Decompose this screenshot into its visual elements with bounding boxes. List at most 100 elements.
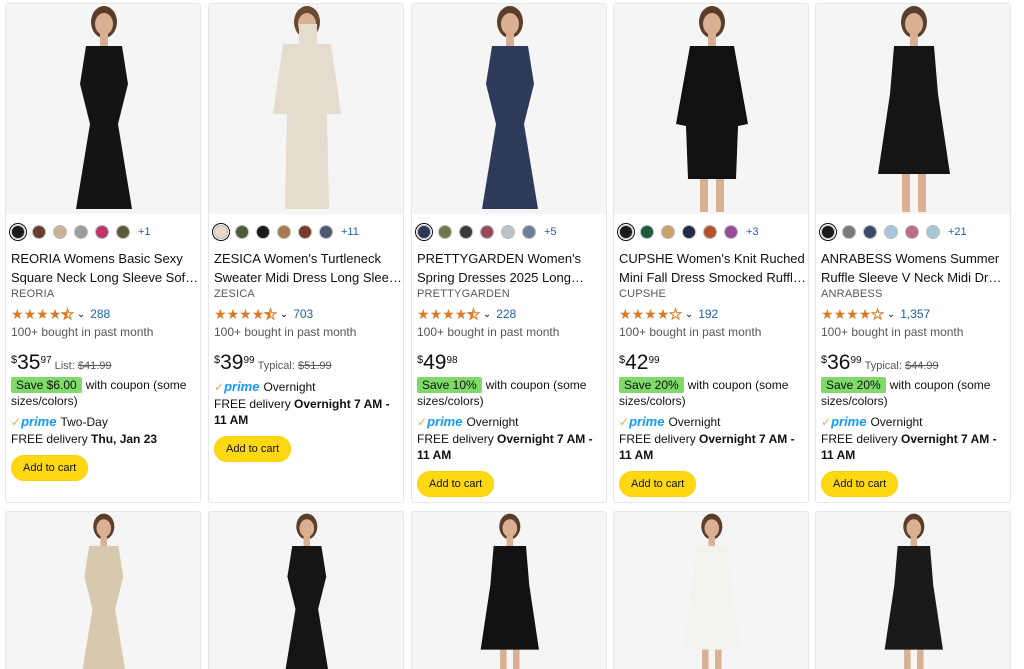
more-colors-link[interactable]: +1 — [138, 226, 151, 238]
product-image[interactable] — [209, 4, 403, 214]
color-swatch[interactable] — [682, 225, 696, 239]
star-full-icon: ★ — [833, 306, 847, 322]
color-swatch[interactable] — [703, 225, 717, 239]
review-count[interactable]: 1,357 — [900, 307, 930, 321]
star-full-icon: ★ — [656, 306, 670, 322]
color-swatch[interactable] — [9, 223, 27, 241]
chevron-down-icon[interactable]: ⌄ — [280, 309, 288, 320]
color-swatch[interactable] — [905, 225, 919, 239]
rating-stars[interactable]: ★ ★ ★ ★ ★ — [619, 306, 682, 322]
color-swatch[interactable] — [438, 225, 452, 239]
color-swatch[interactable] — [95, 225, 109, 239]
color-swatch[interactable] — [522, 225, 536, 239]
review-count[interactable]: 288 — [90, 307, 110, 321]
product-card[interactable]: +5 PRETTYGARDEN Women's Spring Dresses 2… — [411, 3, 607, 503]
product-card[interactable] — [5, 511, 201, 669]
color-swatch[interactable] — [235, 225, 249, 239]
review-count[interactable]: 703 — [293, 307, 313, 321]
rating-stars[interactable]: ★ ★ ★ ★ ★ — [214, 306, 277, 322]
price[interactable]: $ 36 99 Typical: $44.99 — [821, 352, 1009, 374]
color-swatch[interactable] — [863, 225, 877, 239]
list-price-value: $44.99 — [904, 360, 939, 372]
price[interactable]: $ 49 98 — [417, 352, 605, 374]
color-swatch[interactable] — [32, 225, 46, 239]
color-swatch[interactable] — [116, 225, 130, 239]
rating-stars[interactable]: ★ ★ ★ ★ ★ — [11, 307, 74, 322]
product-title[interactable]: CUPSHE Women's Knit Ruched Mini Fall Dre… — [619, 249, 807, 287]
color-swatch[interactable] — [842, 225, 856, 239]
more-colors-link[interactable]: +5 — [544, 226, 557, 238]
chevron-down-icon[interactable]: ⌄ — [483, 309, 491, 320]
add-to-cart-button[interactable]: Add to cart — [417, 471, 495, 497]
product-image[interactable] — [614, 4, 808, 214]
more-colors-link[interactable]: +11 — [341, 226, 359, 238]
add-to-cart-button[interactable]: Add to cart — [619, 471, 697, 497]
color-swatch[interactable] — [480, 225, 494, 239]
product-card[interactable] — [815, 511, 1011, 669]
rating-row[interactable]: ★ ★ ★ ★ ★ ⌄ 703 — [214, 306, 402, 322]
color-swatch[interactable] — [501, 225, 515, 239]
more-colors-link[interactable]: +3 — [746, 226, 759, 238]
color-swatch[interactable] — [256, 225, 270, 239]
rating-stars[interactable]: ★ ★ ★ ★ ★ — [821, 306, 884, 322]
product-card[interactable]: +3 CUPSHE Women's Knit Ruched Mini Fall … — [613, 3, 809, 503]
product-image[interactable] — [6, 4, 200, 214]
product-card[interactable]: +11 ZESICA Women's Turtleneck Sweater Mi… — [208, 3, 404, 503]
rating-stars[interactable]: ★ ★ ★ ★ ★ — [417, 307, 480, 322]
product-image[interactable] — [412, 512, 606, 669]
product-image[interactable] — [6, 512, 200, 669]
review-count[interactable]: 228 — [496, 307, 516, 321]
add-to-cart-button[interactable]: Add to cart — [11, 455, 89, 481]
product-card[interactable]: +1 REORIA Womens Basic Sexy Square Neck … — [5, 3, 201, 503]
rating-row[interactable]: ★ ★ ★ ★ ★ ⌄ 1,357 — [821, 306, 1009, 322]
rating-row[interactable]: ★ ★ ★ ★ ★ ⌄ 228 — [417, 306, 605, 322]
add-to-cart-button[interactable]: Add to cart — [214, 436, 292, 462]
add-to-cart-button[interactable]: Add to cart — [821, 471, 899, 497]
color-swatch[interactable] — [415, 223, 433, 241]
bought-count: 100+ bought in past month — [619, 325, 762, 339]
product-image[interactable] — [412, 4, 606, 214]
product-title[interactable]: ZESICA Women's Turtleneck Sweater Midi D… — [214, 249, 402, 287]
price[interactable]: $ 35 97 List: $41.99 — [11, 352, 199, 374]
color-swatch[interactable] — [459, 225, 473, 239]
price[interactable]: $ 42 99 — [619, 352, 807, 374]
color-swatch[interactable] — [617, 223, 635, 241]
color-swatch[interactable] — [926, 225, 940, 239]
color-swatch[interactable] — [724, 225, 738, 239]
more-colors-link[interactable]: +21 — [948, 226, 967, 238]
color-swatch[interactable] — [277, 225, 291, 239]
price[interactable]: $ 39 99 Typical: $51.99 — [214, 352, 402, 374]
product-image[interactable] — [816, 4, 1010, 214]
color-swatch[interactable] — [640, 225, 654, 239]
color-swatch[interactable] — [74, 225, 88, 239]
review-count[interactable]: 192 — [698, 307, 718, 321]
list-price: List: $41.99 — [55, 360, 112, 372]
product-card[interactable]: +21 ANRABESS Womens Summer Ruffle Sleeve… — [815, 3, 1011, 503]
product-title[interactable]: PRETTYGARDEN Women's Spring Dresses 2025… — [417, 249, 605, 287]
color-swatch[interactable] — [884, 225, 898, 239]
color-swatch[interactable] — [298, 225, 312, 239]
chevron-down-icon[interactable]: ⌄ — [887, 309, 895, 320]
product-title[interactable]: REORIA Womens Basic Sexy Square Neck Lon… — [11, 249, 199, 287]
product-image[interactable] — [816, 512, 1010, 669]
color-swatch[interactable] — [819, 223, 837, 241]
star-full-icon: ★ — [214, 306, 227, 322]
color-swatches: +1 — [9, 222, 199, 242]
product-card[interactable] — [411, 511, 607, 669]
product-image[interactable] — [209, 512, 403, 669]
prime-badge: ✓ prime Overnight — [417, 414, 605, 429]
rating-row[interactable]: ★ ★ ★ ★ ★ ⌄ 288 — [11, 306, 199, 322]
color-swatch[interactable] — [661, 225, 675, 239]
color-swatch[interactable] — [212, 223, 230, 241]
product-title[interactable]: ANRABESS Womens Summer Ruffle Sleeve V N… — [821, 249, 1009, 287]
chevron-down-icon[interactable]: ⌄ — [685, 309, 693, 320]
chevron-down-icon[interactable]: ⌄ — [77, 309, 85, 320]
list-price-label: List: — [54, 360, 75, 372]
color-swatch[interactable] — [319, 225, 333, 239]
product-card[interactable] — [208, 511, 404, 669]
product-card[interactable] — [613, 511, 809, 669]
rating-row[interactable]: ★ ★ ★ ★ ★ ⌄ 192 — [619, 306, 807, 322]
delivery-prefix: FREE delivery — [214, 397, 295, 411]
color-swatch[interactable] — [53, 225, 67, 239]
product-image[interactable] — [614, 512, 808, 669]
